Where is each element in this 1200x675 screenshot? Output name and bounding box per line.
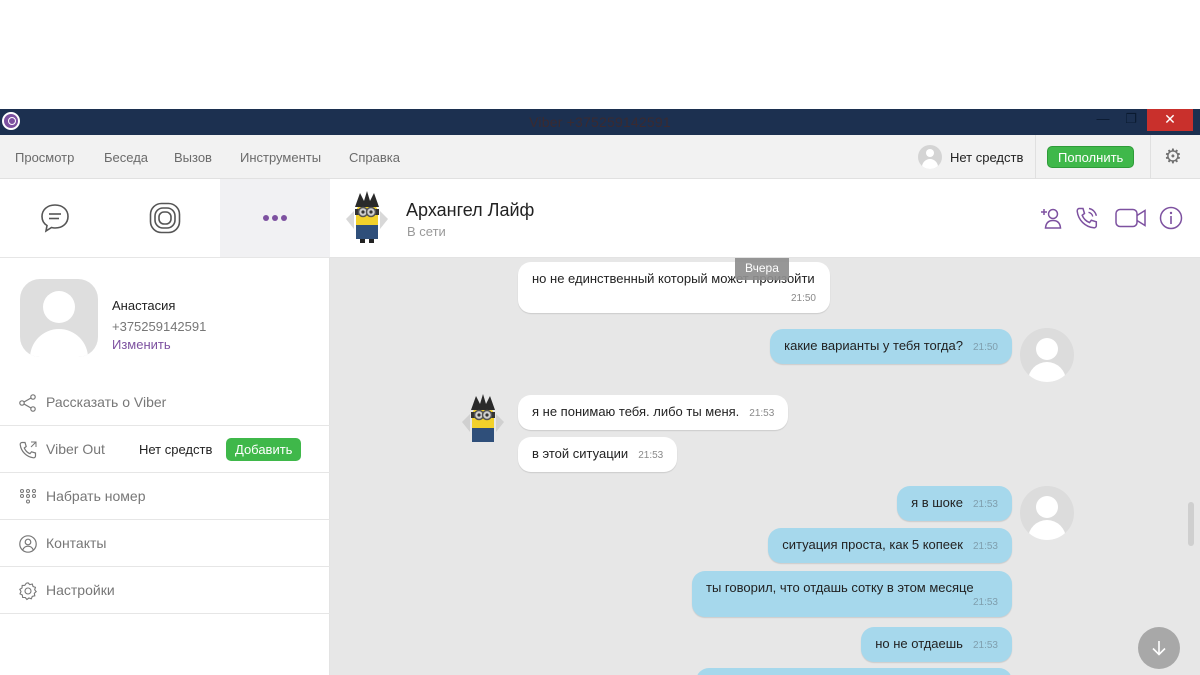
message-outgoing[interactable]: ситуация проста, как 5 копеек 21:53: [768, 528, 1012, 563]
sidebar-item-label: Viber Out: [46, 441, 105, 457]
balance-text: Нет средств: [950, 149, 1024, 165]
sidebar-item-label: Настройки: [46, 582, 115, 598]
arrow-down-icon: [1152, 641, 1166, 656]
divider: [1150, 135, 1151, 179]
message-time: 21:53: [972, 541, 998, 552]
message-time: 21:53: [972, 640, 998, 651]
contact-avatar[interactable]: [456, 394, 510, 448]
sidebar-item-settings[interactable]: Настройки: [0, 567, 330, 614]
phone-out-icon: [19, 441, 37, 459]
sidebar-tabs: [0, 179, 330, 258]
avatar[interactable]: [20, 279, 98, 357]
message-outgoing-partial[interactable]: [696, 668, 1012, 675]
message-outgoing[interactable]: но не отдаешь 21:53: [861, 627, 1012, 662]
tab-more[interactable]: [220, 179, 330, 257]
target-icon: [149, 202, 181, 234]
sidebar-item-label: Рассказать о Viber: [46, 394, 167, 410]
message-outgoing[interactable]: ты говорил, что отдашь сотку в этом меся…: [692, 571, 1012, 617]
sidebar-item-contacts[interactable]: Контакты: [0, 520, 330, 567]
minimize-button[interactable]: —: [1090, 109, 1116, 131]
menu-call[interactable]: Вызов: [174, 150, 212, 165]
avatar[interactable]: [1020, 486, 1074, 540]
video-call-icon[interactable]: [1114, 205, 1148, 231]
message-time: 21:53: [638, 450, 664, 461]
menu-help[interactable]: Справка: [349, 150, 400, 165]
title-bar: Viber +375259142591 — ❐ ✕: [0, 109, 1200, 135]
dialpad-icon: [20, 489, 36, 504]
account-avatar-icon: [918, 145, 942, 169]
message-incoming[interactable]: я не понимаю тебя. либо ты меня. 21:53: [518, 395, 789, 430]
profile-phone: +375259142591: [112, 319, 207, 334]
maximize-button[interactable]: ❐: [1118, 109, 1144, 131]
sidebar-item-share[interactable]: Рассказать о Viber: [0, 379, 330, 426]
info-icon[interactable]: [1158, 205, 1184, 231]
blank-area: [0, 0, 1200, 109]
scrollbar[interactable]: [1188, 502, 1194, 546]
topup-button[interactable]: Пополнить: [1047, 146, 1135, 168]
chat-header: Архангел Лайф В сети: [330, 179, 1200, 258]
settings-icon: [19, 582, 37, 601]
message-text: ситуация проста, как 5 копеек: [782, 537, 963, 552]
contact-status: В сети: [407, 224, 446, 239]
message-time: 21:50: [790, 293, 816, 304]
chat-bubble-icon: [41, 204, 69, 233]
call-icon[interactable]: [1074, 205, 1100, 231]
sidebar-item-label: Набрать номер: [46, 488, 146, 504]
menu-bar: Просмотр Беседа Вызов Инструменты Справк…: [0, 135, 1200, 179]
message-time: 21:53: [749, 408, 775, 419]
viber-window: Viber +375259142591 — ❐ ✕ Просмотр Бесед…: [0, 109, 1200, 675]
share-icon: [19, 394, 36, 412]
tab-calls[interactable]: [110, 179, 220, 257]
message-incoming[interactable]: в этой ситуации 21:53: [518, 437, 678, 472]
profile-name: Анастасия: [112, 298, 176, 313]
menu-view[interactable]: Просмотр: [15, 150, 74, 165]
gear-icon[interactable]: ⚙: [1164, 147, 1182, 167]
sidebar-item-dialpad[interactable]: Набрать номер: [0, 473, 330, 520]
add-participant-icon[interactable]: [1038, 205, 1064, 231]
message-time: 21:53: [972, 597, 998, 608]
more-dots-icon: [263, 215, 287, 221]
profile-card: Анастасия +375259142591 Изменить: [0, 258, 330, 376]
menu-tools[interactable]: Инструменты: [240, 150, 321, 165]
sidebar: Анастасия +375259142591 Изменить Рассказ…: [0, 179, 330, 675]
contact-name: Архангел Лайф: [406, 200, 535, 220]
sidebar-item-label: Контакты: [46, 535, 107, 551]
message-outgoing[interactable]: какие варианты у тебя тогда? 21:50: [770, 329, 1012, 364]
message-text: я не понимаю тебя. либо ты меня.: [532, 404, 740, 419]
account-balance[interactable]: Нет средств: [918, 144, 1023, 170]
message-outgoing[interactable]: я в шоке 21:53: [897, 486, 1012, 521]
message-text: я в шоке: [911, 495, 963, 510]
message-time: 21:50: [972, 342, 998, 353]
viber-out-balance: Нет средств: [139, 442, 213, 457]
message-text: в этой ситуации: [532, 446, 629, 461]
scroll-down-button[interactable]: [1138, 627, 1180, 669]
message-text: но не отдаешь: [875, 636, 963, 651]
contacts-icon: [19, 535, 37, 553]
message-text: ты говорил, что отдашь сотку в этом меся…: [706, 580, 974, 595]
contact-avatar[interactable]: [340, 189, 394, 245]
message-text: какие варианты у тебя тогда?: [784, 338, 963, 353]
avatar[interactable]: [1020, 328, 1074, 382]
menu-conversation[interactable]: Беседа: [104, 150, 148, 165]
window-title: Viber +375259142591: [529, 114, 671, 130]
day-separator-badge: Вчера: [735, 258, 789, 280]
message-list[interactable]: но не единственный который может произой…: [330, 258, 1200, 675]
sidebar-item-viber-out[interactable]: Viber Out Нет средств Добавить: [0, 426, 330, 473]
add-funds-button[interactable]: Добавить: [226, 438, 302, 461]
edit-profile-link[interactable]: Изменить: [112, 337, 171, 352]
message-time: 21:53: [972, 499, 998, 510]
divider: [1035, 135, 1036, 179]
tab-chats[interactable]: [0, 179, 110, 257]
close-button[interactable]: ✕: [1147, 109, 1193, 131]
